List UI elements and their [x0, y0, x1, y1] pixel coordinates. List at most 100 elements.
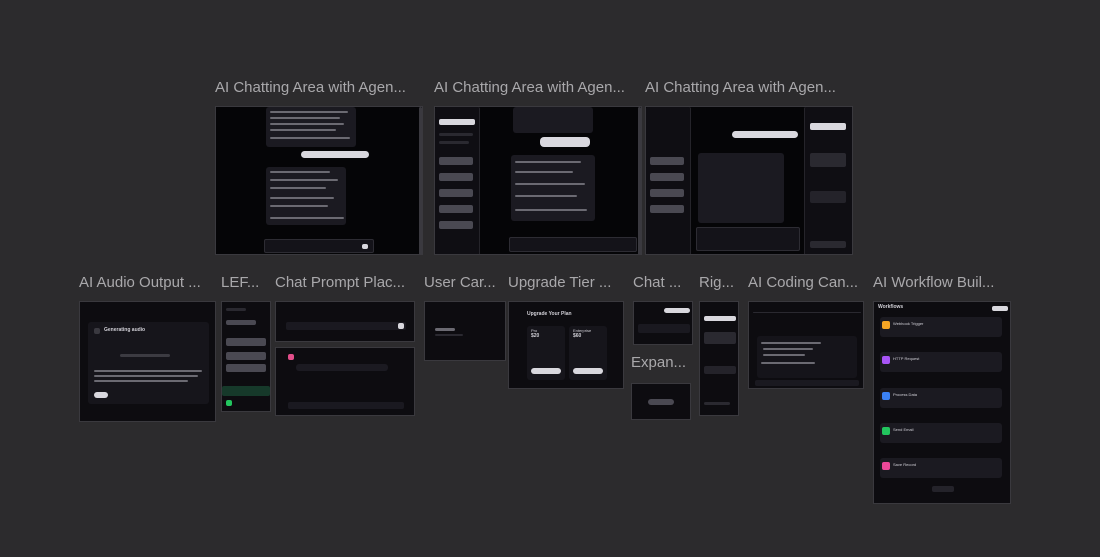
assistant-message: [698, 153, 784, 223]
panel-item[interactable]: [810, 191, 846, 203]
node-icon: [882, 427, 890, 435]
play-button[interactable]: [94, 392, 108, 398]
sidebar-item[interactable]: [439, 157, 473, 165]
frame-upgrade-tier[interactable]: Upgrade Your Plan Pro $20 Enterprise $60: [508, 301, 624, 389]
frame-title-expand[interactable]: Expan...: [631, 354, 691, 372]
user-message: [540, 137, 590, 147]
frame-user-card[interactable]: [424, 301, 506, 361]
frame-expand[interactable]: [631, 383, 691, 420]
frame-title-chat-small[interactable]: Chat ...: [633, 274, 693, 292]
sidebar-item[interactable]: [439, 173, 473, 181]
panel-button[interactable]: [704, 316, 736, 321]
frame-title-audio-output[interactable]: AI Audio Output ...: [79, 274, 216, 292]
user-name: [435, 328, 455, 331]
workflow-node[interactable]: [880, 458, 1002, 478]
frame-title-agent-chat-2[interactable]: AI Chatting Area with Agen...: [434, 79, 642, 97]
workflow-node[interactable]: [880, 388, 1002, 408]
scrollbar[interactable]: [638, 107, 641, 254]
chat-input[interactable]: [264, 239, 374, 253]
frame-chat-prompt-b[interactable]: [275, 347, 415, 416]
panel-button[interactable]: [810, 123, 846, 130]
text-line: [270, 171, 330, 173]
text-line: [270, 179, 338, 181]
sidebar-item[interactable]: [439, 221, 473, 229]
expand-button[interactable]: [648, 399, 674, 405]
frame-title-agent-chat-3[interactable]: AI Chatting Area with Agen...: [645, 79, 853, 97]
prompt-input[interactable]: [288, 402, 404, 409]
text-line: [515, 171, 573, 173]
text-line: [270, 187, 326, 189]
text-line: [270, 111, 348, 113]
frame-title-left-panel[interactable]: LEF...: [221, 274, 271, 292]
description-line: [94, 370, 202, 372]
workflow-node[interactable]: [880, 317, 1002, 337]
frame-right-panel[interactable]: [699, 301, 739, 416]
plan-enterprise-price: $60: [573, 333, 582, 339]
upgrade-enterprise-button[interactable]: [573, 368, 603, 374]
frame-title-coding-canvas[interactable]: AI Coding Can...: [748, 274, 864, 292]
upgrade-pro-button[interactable]: [531, 368, 561, 374]
frame-workflow-builder[interactable]: Workflows Webhook Trigger HTTP Request P…: [873, 301, 1011, 504]
node-icon: [882, 321, 890, 329]
sidebar-item[interactable]: [226, 364, 266, 372]
add-node-button[interactable]: [932, 486, 954, 492]
frame-title-agent-chat-1[interactable]: AI Chatting Area with Agen...: [215, 79, 423, 97]
user-message: [732, 131, 798, 138]
sidebar-item[interactable]: [226, 320, 256, 325]
sidebar-item[interactable]: [439, 141, 469, 144]
sidebar-item[interactable]: [439, 189, 473, 197]
node-icon: [882, 462, 890, 470]
workflow-node[interactable]: [880, 352, 1002, 372]
chat-input[interactable]: [755, 380, 859, 386]
frame-title-workflow-builder[interactable]: AI Workflow Buil...: [873, 274, 1011, 292]
frame-title-user-card[interactable]: User Car...: [424, 274, 506, 292]
frame-agent-chat-1[interactable]: [215, 106, 423, 255]
scrollbar[interactable]: [419, 107, 422, 254]
frame-chat-small[interactable]: [633, 301, 693, 345]
send-button[interactable]: [362, 244, 368, 249]
new-chat-button[interactable]: [439, 119, 475, 125]
chat-input[interactable]: [638, 324, 690, 333]
workflow-node[interactable]: [880, 423, 1002, 443]
sidebar-item[interactable]: [650, 205, 684, 213]
frame-coding-canvas[interactable]: [748, 301, 864, 389]
avatar: [226, 400, 232, 406]
sidebar-item-active[interactable]: [222, 386, 270, 396]
panel-item[interactable]: [810, 241, 846, 248]
sidebar-item[interactable]: [439, 133, 473, 136]
sidebar: [646, 107, 691, 254]
panel-item[interactable]: [704, 366, 736, 374]
frame-title-upgrade-tier[interactable]: Upgrade Tier ...: [508, 274, 624, 292]
sidebar-item[interactable]: [650, 189, 684, 197]
chat-input[interactable]: [696, 227, 800, 251]
node-label: Webhook Trigger: [893, 321, 924, 326]
text-line: [270, 205, 328, 207]
sidebar-item[interactable]: [226, 352, 266, 360]
frame-audio-output[interactable]: Generating audio: [79, 301, 216, 422]
sidebar-item[interactable]: [226, 308, 246, 311]
sidebar: [435, 107, 480, 254]
panel-stats: [704, 332, 736, 344]
send-button[interactable]: [398, 323, 404, 329]
frame-chat-prompt-a[interactable]: [275, 301, 415, 342]
assistant-message: [511, 155, 595, 221]
node-label: Send Email: [893, 427, 914, 432]
frame-left-panel[interactable]: [221, 301, 271, 412]
panel-item[interactable]: [704, 402, 730, 405]
node-label: HTTP Request: [893, 356, 920, 361]
frame-title-chat-prompt[interactable]: Chat Prompt Plac...: [275, 274, 415, 292]
frame-agent-chat-3[interactable]: [645, 106, 853, 255]
workflow-title: Workflows: [878, 304, 904, 310]
sidebar-item[interactable]: [650, 173, 684, 181]
assistant-message: [266, 107, 356, 147]
sidebar-item[interactable]: [226, 338, 266, 346]
chat-input[interactable]: [509, 237, 637, 252]
frame-title-right-panel[interactable]: Rig...: [699, 274, 739, 292]
text-line: [270, 217, 344, 219]
sidebar-item[interactable]: [650, 157, 684, 165]
frame-agent-chat-2[interactable]: [434, 106, 642, 255]
prompt-input[interactable]: [286, 322, 406, 330]
description-line: [94, 375, 198, 377]
workflow-action-button[interactable]: [992, 306, 1008, 311]
sidebar-item[interactable]: [439, 205, 473, 213]
